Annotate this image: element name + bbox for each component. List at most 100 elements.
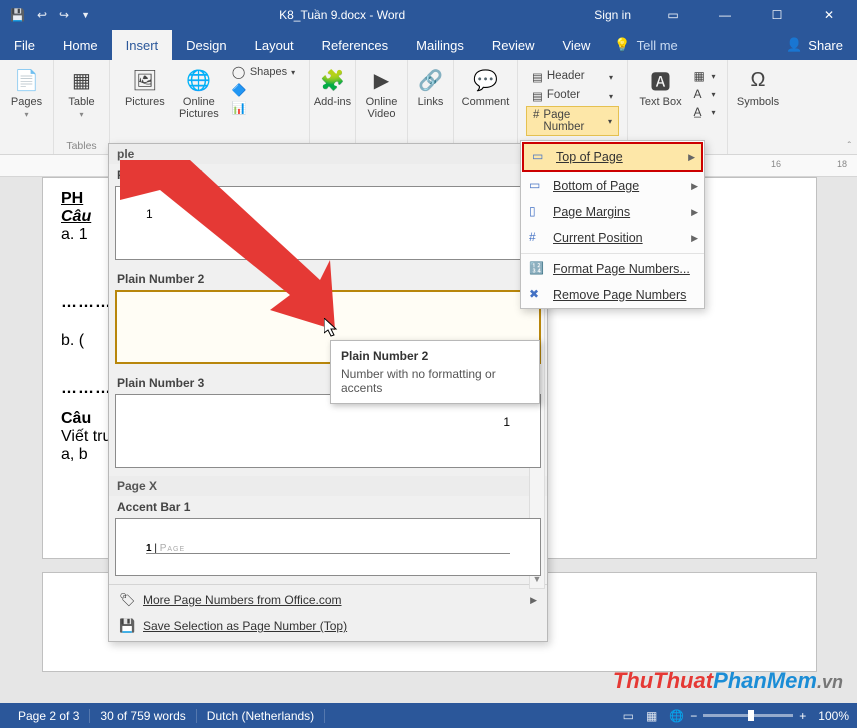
zoom-in-icon[interactable]: + [799, 709, 806, 723]
tooltip-body: Number with no formatting or accents [341, 367, 529, 395]
more-page-numbers-label: More Page Numbers from Office.com [143, 593, 342, 607]
links-label: Links [418, 96, 444, 108]
tab-design[interactable]: Design [172, 30, 240, 60]
addins-button[interactable]: 🧩 Add-ins [309, 64, 357, 110]
status-language[interactable]: Dutch (Netherlands) [197, 709, 325, 723]
ruler-tick: 16 [771, 159, 781, 169]
header-icon: ▤ [532, 70, 543, 84]
preview-number: 1 [503, 415, 510, 429]
online-pictures-label: Online Pictures [177, 96, 221, 120]
table-icon: ▦ [68, 66, 96, 94]
preview-number: 1 [325, 312, 332, 326]
gallery-option-label: Plain Number 2 [115, 270, 541, 288]
share-button[interactable]: 👤 Share [772, 30, 857, 60]
watermark-part: .vn [817, 672, 843, 692]
pages-label: Pages [11, 96, 42, 108]
header-button[interactable]: ▤Header ▾ [526, 68, 619, 86]
text-box-button[interactable]: 🅰 Text Box [636, 64, 684, 110]
gallery-option-label: Accent Bar 1 [115, 498, 541, 516]
menu-top-of-page[interactable]: ▭ Top of Page ▶ [522, 142, 703, 172]
maximize-icon[interactable]: ☐ [755, 0, 799, 30]
menu-bottom-of-page[interactable]: ▭ Bottom of Page ▶ [521, 173, 704, 199]
wordart-icon: A [693, 87, 707, 101]
undo-icon[interactable]: ↩ [37, 8, 47, 22]
pictures-icon: 🖼 [131, 66, 159, 94]
menu-format-page-numbers[interactable]: 🔢 Format Page Numbers... [521, 256, 704, 282]
comment-label: Comment [462, 96, 510, 108]
gallery-category: ple [109, 144, 547, 164]
title-bar: 💾 ↩ ↪ ▼ K8_Tuần 9.docx - Word Sign in ▭ … [0, 0, 857, 30]
comment-icon: 💬 [472, 66, 500, 94]
tab-references[interactable]: References [308, 30, 402, 60]
gallery-category: Page X [109, 476, 547, 496]
doc-text: Câu [61, 410, 91, 427]
table-button[interactable]: ▦ Table ▾ [58, 64, 106, 121]
gallery-option-accent-bar-1[interactable]: Accent Bar 1 1 | Page [109, 496, 547, 584]
shapes-button[interactable]: ◯ Shapes ▾ [229, 64, 298, 80]
minimize-icon[interactable]: — [703, 0, 747, 30]
menu-page-margins[interactable]: ▯ Page Margins ▶ [521, 199, 704, 225]
save-selection-label: Save Selection as Page Number (Top) [143, 619, 347, 633]
chart-icon: 📊 [232, 101, 246, 115]
zoom-out-icon[interactable]: − [690, 709, 697, 723]
links-button[interactable]: 🔗 Links [407, 64, 455, 110]
tell-me-search[interactable]: 💡 Tell me [604, 30, 687, 60]
comment-button[interactable]: 💬 Comment [462, 64, 510, 110]
document-title: K8_Tuần 9.docx - Word [90, 8, 594, 22]
tab-review[interactable]: Review [478, 30, 549, 60]
quick-parts-button[interactable]: ▦▾ [690, 68, 718, 84]
chevron-right-icon: ▶ [691, 181, 698, 192]
tab-view[interactable]: View [548, 30, 604, 60]
tab-home[interactable]: Home [49, 30, 112, 60]
page-number-button[interactable]: #Page Number ▾ [526, 106, 619, 136]
web-layout-icon[interactable]: 🌐 [663, 709, 690, 723]
more-page-numbers-item[interactable]: 🏷 More Page Numbers from Office.com ▶ [109, 587, 547, 613]
zoom-slider[interactable] [703, 714, 793, 717]
tell-me-label: Tell me [637, 38, 678, 53]
preview-number: 1 [146, 207, 153, 221]
print-layout-icon[interactable]: ▦ [640, 709, 663, 723]
read-mode-icon[interactable]: ▭ [617, 709, 640, 723]
footer-button[interactable]: ▤Footer ▾ [526, 87, 619, 105]
chevron-down-icon: ▾ [609, 92, 613, 101]
save-selection-item[interactable]: 💾 Save Selection as Page Number (Top) [109, 613, 547, 639]
drop-cap-icon: A̲ [693, 105, 707, 119]
header-label: Header [547, 70, 585, 84]
watermark: ThuThuatPhanMem.vn [613, 668, 843, 694]
drop-cap-button[interactable]: A̲▾ [690, 104, 718, 120]
sign-in-link[interactable]: Sign in [594, 8, 631, 22]
tab-layout[interactable]: Layout [241, 30, 308, 60]
page-number-icon: # [533, 109, 539, 133]
tab-file[interactable]: File [0, 30, 49, 60]
wordart-button[interactable]: A▾ [690, 86, 718, 102]
share-label: Share [808, 38, 843, 53]
online-video-button[interactable]: ▶ Online Video [358, 64, 406, 122]
ribbon-options-icon[interactable]: ▭ [651, 0, 695, 30]
chevron-right-icon: ▶ [691, 233, 698, 244]
redo-icon[interactable]: ↪ [59, 8, 69, 22]
save-icon[interactable]: 💾 [10, 8, 25, 22]
smartart-button[interactable]: 🔷 [229, 82, 298, 98]
scroll-down-icon[interactable]: ▼ [530, 574, 544, 588]
menu-current-position[interactable]: # Current Position ▶ [521, 225, 704, 251]
pictures-button[interactable]: 🖼 Pictures [121, 64, 169, 110]
collapse-ribbon-icon[interactable]: ˆ [848, 141, 851, 152]
zoom-level[interactable]: 100% [818, 709, 849, 723]
online-pictures-button[interactable]: 🌐 Online Pictures [175, 64, 223, 122]
chevron-right-icon: ▶ [688, 152, 695, 163]
shapes-icon: ◯ [232, 65, 246, 79]
close-icon[interactable]: ✕ [807, 0, 851, 30]
status-page[interactable]: Page 2 of 3 [8, 709, 90, 723]
tab-mailings[interactable]: Mailings [402, 30, 478, 60]
tab-insert[interactable]: Insert [112, 30, 173, 60]
menu-remove-page-numbers[interactable]: ✖ Remove Page Numbers [521, 282, 704, 308]
chart-button[interactable]: 📊 [229, 100, 298, 116]
gallery-option-plain-1[interactable]: Plain Number 1 1 [109, 164, 547, 268]
qat-dropdown-icon[interactable]: ▼ [81, 10, 90, 20]
status-word-count[interactable]: 30 of 759 words [90, 709, 196, 723]
symbols-button[interactable]: Ω Symbols [734, 64, 782, 110]
pages-button[interactable]: 📄 Pages ▾ [3, 64, 51, 121]
addins-label: Add-ins [314, 96, 351, 108]
page-number-label: Page Number [543, 109, 604, 133]
lightbulb-icon: 💡 [614, 37, 630, 53]
